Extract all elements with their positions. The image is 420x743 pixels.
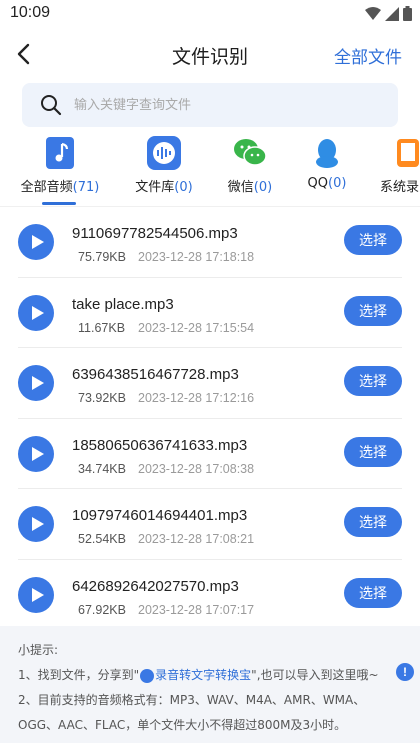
active-tab-indicator xyxy=(42,202,76,205)
info-icon[interactable]: ! xyxy=(396,663,414,681)
tab-label-system-recorder: 系统录 xyxy=(380,180,420,195)
select-button[interactable]: 选择 xyxy=(344,436,402,467)
list-item: take place.mp3 11.67KB 2023-12-28 17:15:… xyxy=(18,278,402,348)
music-note-icon xyxy=(46,137,74,169)
play-button[interactable] xyxy=(18,365,54,401)
tip-line-2: 2、目前支持的音频格式有：MP3、WAV、M4A、AMR、WMA、 xyxy=(18,693,366,707)
file-size: 73.92KB xyxy=(78,391,126,405)
status-icons xyxy=(365,6,412,21)
play-button[interactable] xyxy=(18,224,54,260)
file-date: 2023-12-28 17:12:16 xyxy=(138,391,255,405)
tab-all-audio[interactable]: 全部音频(71) xyxy=(10,132,110,206)
tab-file-library[interactable]: 文件库(0) xyxy=(120,132,208,206)
tips-title: 小提示: xyxy=(18,643,59,657)
play-button[interactable] xyxy=(18,576,54,613)
phone-recorder-icon xyxy=(397,139,419,167)
file-name: 6426892642027570.mp3 xyxy=(72,577,239,595)
list-item: 10979746014694401.mp3 52.54KB 2023-12-28… xyxy=(18,489,402,560)
file-date: 2023-12-28 17:15:54 xyxy=(138,320,255,335)
battery-icon xyxy=(403,6,412,21)
waveform-icon xyxy=(147,136,181,170)
status-time: 10:09 xyxy=(10,4,51,21)
tip-line-1: 1、找到文件，分享到" 录音转文字转换宝",也可以导入到这里哦~ xyxy=(18,668,379,683)
play-button[interactable] xyxy=(18,506,54,542)
list-item: 9110697782544506.mp3 75.79KB 2023-12-28 … xyxy=(18,207,402,278)
all-files-link[interactable]: 全部文件 xyxy=(334,43,402,68)
select-button[interactable]: 选择 xyxy=(344,295,402,326)
file-size: 34.74KB xyxy=(78,461,126,476)
list-item: 6396438516467728.mp3 73.92KB 2023-12-28 … xyxy=(18,348,402,419)
tab-label-wechat: 微信(0) xyxy=(227,180,273,195)
file-name: 6396438516467728.mp3 xyxy=(72,366,239,383)
file-list[interactable]: 9110697782544506.mp3 75.79KB 2023-12-28 … xyxy=(0,206,420,626)
app-header: 文件识别 全部文件 xyxy=(0,28,420,80)
status-bar: 10:09 xyxy=(0,0,420,28)
tab-qq[interactable]: QQ(0) xyxy=(300,132,354,206)
file-date: 2023-12-28 17:18:18 xyxy=(138,250,255,264)
wifi-icon xyxy=(365,6,381,20)
search-bar xyxy=(22,83,398,127)
select-button[interactable]: 选择 xyxy=(344,507,402,537)
signal-icon xyxy=(385,6,399,21)
file-date: 2023-12-28 17:08:38 xyxy=(138,461,255,476)
file-size: 52.54KB xyxy=(78,532,126,546)
tab-label-qq: QQ(0) xyxy=(307,176,347,191)
file-name: 18580650636741633.mp3 xyxy=(72,436,248,454)
app-logo-icon xyxy=(140,668,155,683)
tab-label-all-audio: 全部音频(71) xyxy=(20,180,100,195)
file-size: 67.92KB xyxy=(78,602,126,617)
file-name: 10979746014694401.mp3 xyxy=(72,507,248,524)
file-date: 2023-12-28 17:07:17 xyxy=(138,602,255,617)
file-name: 9110697782544506.mp3 xyxy=(72,225,238,242)
qq-penguin-icon xyxy=(316,139,338,168)
select-button[interactable]: 选择 xyxy=(344,366,402,396)
category-tabs: 全部音频(71) 文件库(0) 微信(0) QQ(0) 系统录 xyxy=(0,132,420,206)
play-button[interactable] xyxy=(18,435,54,472)
tip-line-3: OGG、AAC、FLAC，单个文件大小不得超过800M及3小时。 xyxy=(18,718,347,732)
file-size: 11.67KB xyxy=(78,320,126,335)
tab-label-file-library: 文件库(0) xyxy=(135,180,193,195)
tab-system-recorder[interactable]: 系统录 xyxy=(374,132,420,206)
wechat-icon xyxy=(234,139,267,166)
list-item: 18580650636741633.mp3 34.74KB 2023-12-28… xyxy=(18,419,402,489)
file-date: 2023-12-28 17:08:21 xyxy=(138,532,255,546)
select-button[interactable]: 选择 xyxy=(344,577,402,608)
search-input[interactable] xyxy=(74,83,374,127)
list-item: 6426892642027570.mp3 67.92KB 2023-12-28 … xyxy=(18,560,402,627)
tab-wechat[interactable]: 微信(0) xyxy=(222,132,278,206)
select-button[interactable]: 选择 xyxy=(344,225,402,255)
file-name: take place.mp3 xyxy=(72,295,174,313)
app-name-link[interactable]: 录音转文字转换宝 xyxy=(155,668,251,682)
tips-panel: 小提示: 1、找到文件，分享到" 录音转文字转换宝",也可以导入到这里哦~ 2、目… xyxy=(0,626,420,743)
file-size: 75.79KB xyxy=(78,250,126,264)
play-button[interactable] xyxy=(18,294,54,331)
search-icon xyxy=(41,95,62,116)
